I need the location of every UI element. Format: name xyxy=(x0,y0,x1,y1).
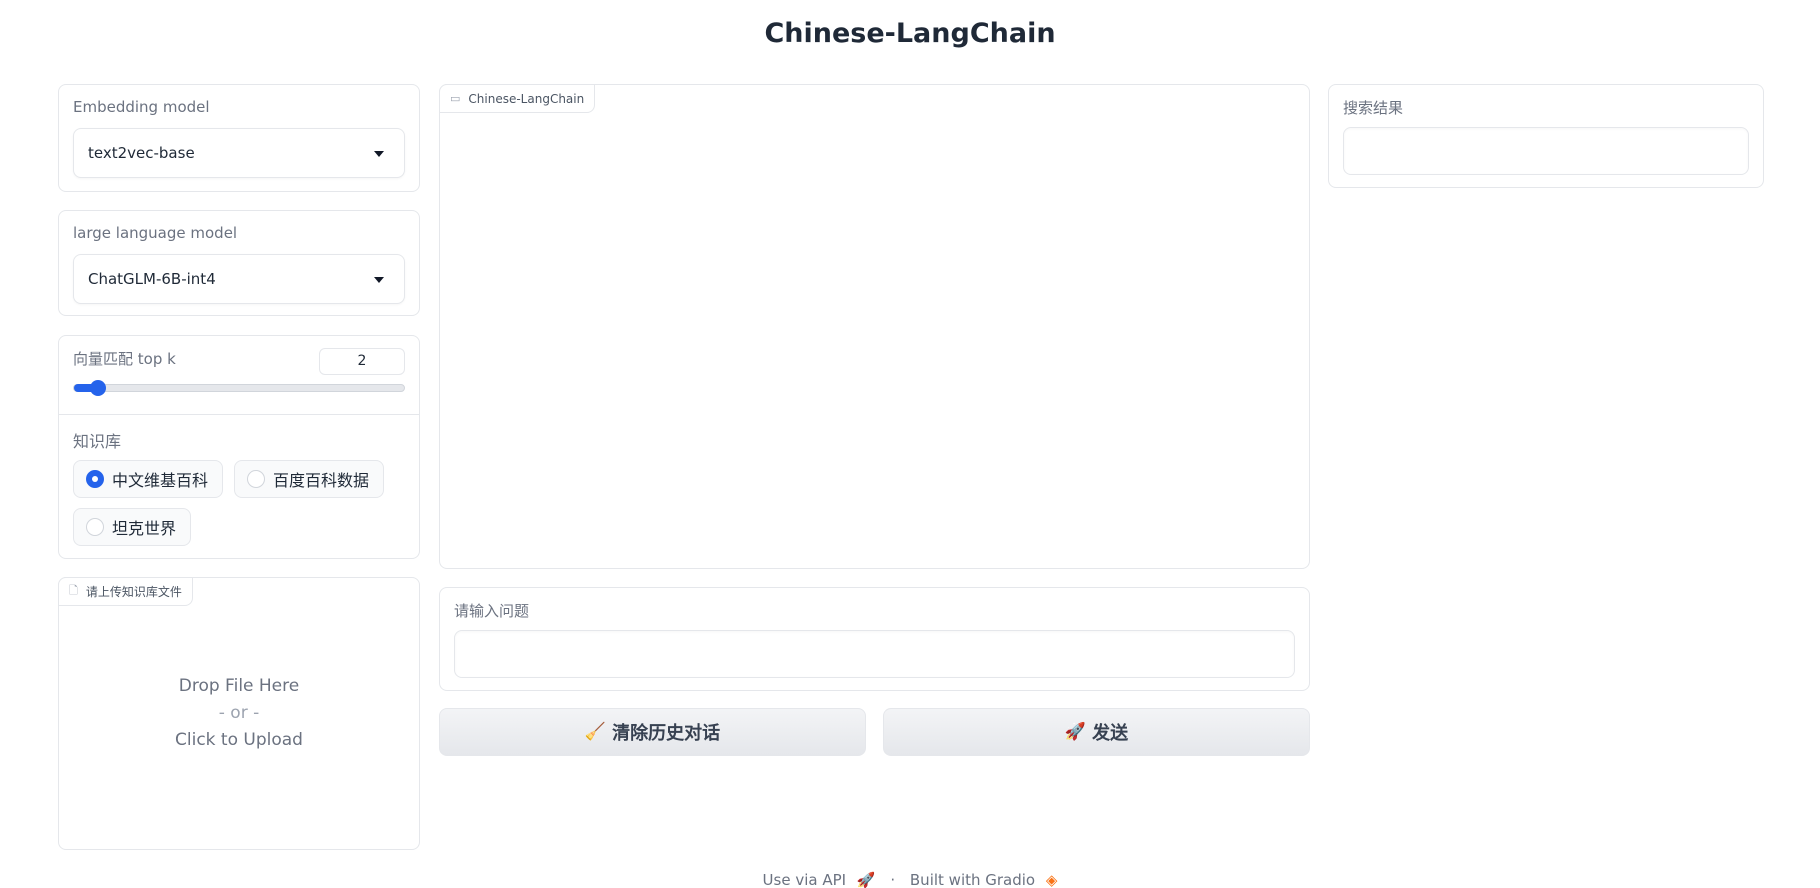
use-via-api-text: Use via API xyxy=(762,870,847,888)
built-with-gradio-link[interactable]: Built with Gradio ◈ xyxy=(910,870,1058,888)
topk-slider[interactable] xyxy=(73,380,405,396)
radio-checked-icon xyxy=(86,470,104,488)
file-icon: 🗋 xyxy=(69,584,78,597)
search-results-label: 搜索结果 xyxy=(1343,99,1404,117)
question-label: 请输入问题 xyxy=(454,602,530,620)
settings-panel: 向量匹配 top k 2 知识库 中文维基百科 百度百科数据 坦克世界 xyxy=(58,335,420,559)
chatbot-panel: ▭ Chinese-LangChain xyxy=(439,84,1310,569)
footer-separator: · xyxy=(890,870,896,888)
chatbot-tab-text: Chinese-LangChain xyxy=(468,91,585,106)
topk-number-input[interactable]: 2 xyxy=(319,348,405,375)
built-with-gradio-text: Built with Gradio xyxy=(909,870,1036,888)
upload-tab-label: 🗋 请上传知识库文件 xyxy=(58,577,193,606)
rocket-icon: 🚀 xyxy=(1064,722,1087,742)
rocket-icon: 🚀 xyxy=(856,870,876,888)
kb-option-baidu[interactable]: 百度百科数据 xyxy=(234,460,385,498)
footer: Use via API 🚀 · Built with Gradio ◈ xyxy=(0,870,1820,888)
gradio-logo-icon: ◈ xyxy=(1045,870,1058,888)
llm-label: large language model xyxy=(73,224,238,242)
send-label: 发送 xyxy=(1092,723,1129,744)
question-panel: 请输入问题 xyxy=(439,587,1310,691)
chat-bubble-icon: ▭ xyxy=(450,92,461,105)
upload-panel[interactable]: 🗋 请上传知识库文件 Drop File Here - or - Click t… xyxy=(58,577,420,850)
radio-unchecked-icon xyxy=(247,470,265,488)
kb-option-label: 中文维基百科 xyxy=(112,471,209,490)
llm-panel: large language model ChatGLM-6B-int4 xyxy=(58,210,420,316)
kb-option-wiki[interactable]: 中文维基百科 xyxy=(73,460,224,498)
upload-drop-text: Drop File Here xyxy=(178,676,300,696)
caret-down-icon xyxy=(374,151,384,157)
send-button[interactable]: 🚀 发送 xyxy=(883,708,1310,756)
llm-value: ChatGLM-6B-int4 xyxy=(88,270,216,288)
use-via-api-link[interactable]: Use via API 🚀 xyxy=(763,870,876,888)
clear-history-label: 清除历史对话 xyxy=(612,723,721,744)
upload-or-text: - or - xyxy=(218,703,260,723)
topk-slider-thumb[interactable] xyxy=(90,380,106,396)
kb-option-label: 坦克世界 xyxy=(112,519,177,538)
kb-option-label: 百度百科数据 xyxy=(273,471,370,490)
page-title: Chinese-LangChain xyxy=(764,18,1056,49)
chatbot-tab-label: ▭ Chinese-LangChain xyxy=(439,84,596,113)
divider xyxy=(59,414,419,415)
clear-history-button[interactable]: 🧹 清除历史对话 xyxy=(439,708,866,756)
search-results-panel: 搜索结果 xyxy=(1328,84,1764,188)
topk-label: 向量匹配 top k xyxy=(73,350,176,368)
search-results-box[interactable] xyxy=(1343,127,1749,175)
embedding-model-label: Embedding model xyxy=(73,98,210,116)
llm-dropdown[interactable]: ChatGLM-6B-int4 xyxy=(73,254,405,304)
kb-option-tank[interactable]: 坦克世界 xyxy=(73,508,192,546)
embedding-model-dropdown[interactable]: text2vec-base xyxy=(73,128,405,178)
knowledge-base-label: 知识库 xyxy=(73,432,122,451)
embedding-model-value: text2vec-base xyxy=(88,144,195,162)
embedding-model-panel: Embedding model text2vec-base xyxy=(58,84,420,192)
broom-icon: 🧹 xyxy=(584,722,607,742)
upload-tab-text: 请上传知识库文件 xyxy=(85,585,182,599)
question-input[interactable] xyxy=(454,630,1295,678)
caret-down-icon xyxy=(374,277,384,283)
radio-unchecked-icon xyxy=(86,518,104,536)
upload-click-text: Click to Upload xyxy=(175,730,303,750)
